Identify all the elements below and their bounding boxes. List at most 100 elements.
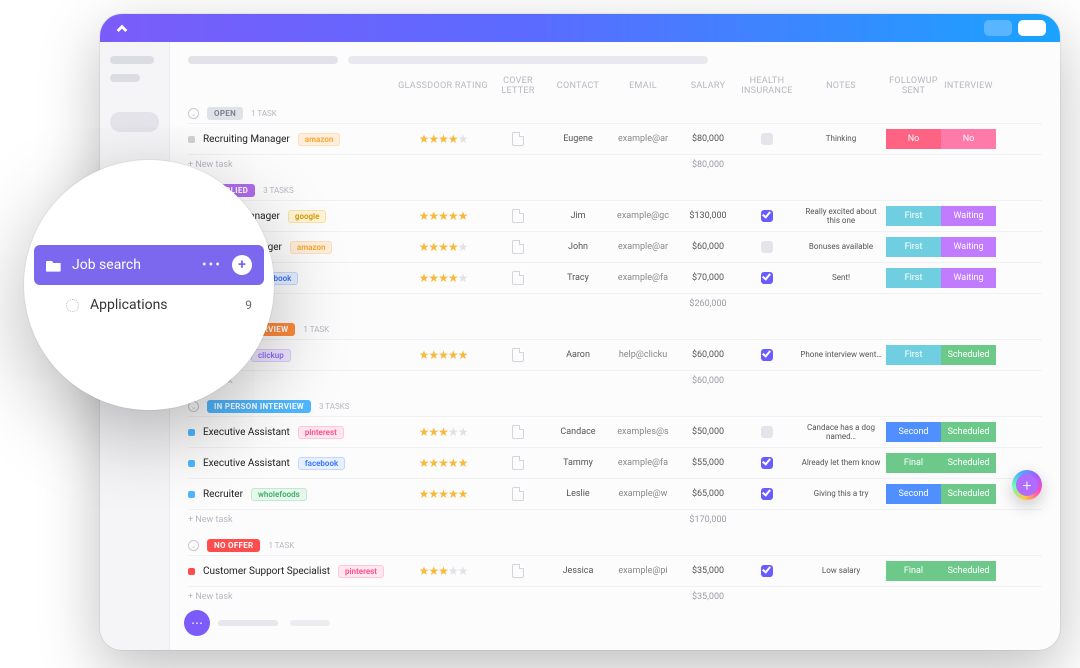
chat-button[interactable] — [184, 610, 210, 636]
rating-stars[interactable]: ★★★★★ — [398, 425, 488, 439]
salary-cell[interactable]: $70,000 — [678, 273, 738, 283]
insurance-cell[interactable] — [738, 272, 796, 284]
rating-stars[interactable]: ★★★★★ — [398, 271, 488, 285]
col-rating[interactable]: GLASSDOOR RATING — [398, 81, 488, 91]
col-email[interactable]: EMAIL — [608, 81, 678, 91]
col-salary[interactable]: SALARY — [678, 81, 738, 91]
email-cell[interactable]: examples@s — [608, 427, 678, 437]
salary-cell[interactable]: $60,000 — [678, 242, 738, 252]
cover-letter-cell[interactable] — [488, 271, 548, 285]
email-cell[interactable]: example@w — [608, 489, 678, 499]
notes-cell[interactable]: Thinking — [796, 134, 886, 143]
company-tag[interactable]: pinterest — [338, 565, 384, 578]
cover-letter-cell[interactable] — [488, 240, 548, 254]
followup-badge[interactable]: First — [886, 268, 941, 288]
notes-cell[interactable]: Candace has a dog named… — [796, 423, 886, 441]
interview-badge[interactable]: Waiting — [941, 268, 996, 288]
company-tag[interactable]: amazon — [298, 133, 341, 146]
titlebar-pill[interactable] — [1018, 20, 1046, 36]
cover-letter-cell[interactable] — [488, 425, 548, 439]
cover-letter-cell[interactable] — [488, 348, 548, 362]
company-tag[interactable]: amazon — [290, 241, 333, 254]
rating-stars[interactable]: ★★★★★ — [398, 209, 488, 223]
email-cell[interactable]: example@pi — [608, 566, 678, 576]
notes-cell[interactable]: Sent! — [796, 273, 886, 282]
contact-cell[interactable]: Candace — [548, 427, 608, 437]
email-cell[interactable]: example@ar — [608, 134, 678, 144]
add-task-fab[interactable]: + — [1012, 470, 1042, 500]
interview-badge[interactable]: Scheduled — [941, 561, 996, 581]
cover-letter-cell[interactable] — [488, 456, 548, 470]
followup-badge[interactable]: No — [886, 129, 941, 149]
contact-cell[interactable]: Aaron — [548, 350, 608, 360]
followup-badge[interactable]: First — [886, 345, 941, 365]
followup-badge[interactable]: Second — [886, 422, 941, 442]
new-task-button[interactable]: + New task — [188, 160, 398, 170]
sidebar-item-applications[interactable]: Applications 9 — [34, 285, 264, 325]
email-cell[interactable]: example@gc — [608, 211, 678, 221]
salary-cell[interactable]: $60,000 — [678, 350, 738, 360]
rating-stars[interactable]: ★★★★★ — [398, 564, 488, 578]
salary-cell[interactable]: $50,000 — [678, 427, 738, 437]
insurance-cell[interactable] — [738, 210, 796, 222]
email-cell[interactable]: example@fa — [608, 273, 678, 283]
rating-stars[interactable]: ★★★★★ — [398, 240, 488, 254]
interview-badge[interactable]: Waiting — [941, 206, 996, 226]
col-contact[interactable]: CONTACT — [548, 81, 608, 91]
status-label[interactable]: NO OFFER — [207, 539, 260, 552]
collapse-button[interactable]: ⌄ — [188, 540, 199, 551]
task-row[interactable]: Account Manager amazon ★★★★★ John exampl… — [188, 231, 1042, 262]
salary-cell[interactable]: $80,000 — [678, 134, 738, 144]
insurance-cell[interactable] — [738, 241, 796, 253]
interview-badge[interactable]: Waiting — [941, 237, 996, 257]
col-followup[interactable]: FOLLOWUP SENT — [886, 76, 941, 96]
interview-badge[interactable]: Scheduled — [941, 345, 996, 365]
insurance-cell[interactable] — [738, 457, 796, 469]
sidebar-search-input[interactable] — [110, 112, 159, 132]
followup-badge[interactable]: Final — [886, 453, 941, 473]
status-label[interactable]: IN PERSON INTERVIEW — [207, 400, 311, 413]
add-icon[interactable]: + — [232, 255, 252, 275]
insurance-cell[interactable] — [738, 426, 796, 438]
company-tag[interactable]: pinterest — [298, 426, 344, 439]
more-icon[interactable]: ••• — [202, 257, 222, 273]
task-row[interactable]: Executive Assistant pinterest ★★★★★ Cand… — [188, 416, 1042, 447]
interview-badge[interactable]: No — [941, 129, 996, 149]
insurance-cell[interactable] — [738, 133, 796, 145]
rating-stars[interactable]: ★★★★★ — [398, 132, 488, 146]
contact-cell[interactable]: Tammy — [548, 458, 608, 468]
rating-stars[interactable]: ★★★★★ — [398, 456, 488, 470]
followup-badge[interactable]: Final — [886, 561, 941, 581]
col-notes[interactable]: NOTES — [796, 81, 886, 91]
company-tag[interactable]: clickup — [251, 349, 291, 362]
col-cover[interactable]: COVER LETTER — [488, 76, 548, 96]
task-row[interactable]: Product Manager google ★★★★★ Jim example… — [188, 200, 1042, 231]
status-label[interactable]: OPEN — [207, 107, 243, 120]
notes-cell[interactable]: Giving this a try — [796, 489, 886, 498]
collapse-button[interactable]: ⌄ — [188, 108, 199, 119]
titlebar-pill[interactable] — [984, 20, 1012, 36]
cover-letter-cell[interactable] — [488, 132, 548, 146]
cover-letter-cell[interactable] — [488, 564, 548, 578]
task-row[interactable]: Recruiter clickup ★★★★★ Aaron help@click… — [188, 339, 1042, 370]
notes-cell[interactable]: Really excited about this one — [796, 207, 886, 225]
company-tag[interactable]: wholefoods — [251, 488, 307, 501]
salary-cell[interactable]: $130,000 — [678, 211, 738, 221]
notes-cell[interactable]: Already let them know — [796, 458, 886, 467]
contact-cell[interactable]: John — [548, 242, 608, 252]
salary-cell[interactable]: $35,000 — [678, 566, 738, 576]
task-row[interactable]: Recruiter wholefoods ★★★★★ Leslie exampl… — [188, 478, 1042, 509]
insurance-cell[interactable] — [738, 565, 796, 577]
notes-cell[interactable]: Low salary — [796, 566, 886, 575]
insurance-cell[interactable] — [738, 349, 796, 361]
notes-cell[interactable]: Phone interview went… — [796, 350, 886, 359]
task-row[interactable]: Executive Assistant facebook ★★★★★ Tammy… — [188, 447, 1042, 478]
interview-badge[interactable]: Scheduled — [941, 484, 996, 504]
task-row[interactable]: Customer Support Specialist pinterest ★★… — [188, 555, 1042, 586]
interview-badge[interactable]: Scheduled — [941, 453, 996, 473]
email-cell[interactable]: help@clicku — [608, 350, 678, 360]
col-interview[interactable]: INTERVIEW — [941, 81, 996, 91]
contact-cell[interactable]: Jim — [548, 211, 608, 221]
company-tag[interactable]: facebook — [298, 457, 345, 470]
followup-badge[interactable]: Second — [886, 484, 941, 504]
